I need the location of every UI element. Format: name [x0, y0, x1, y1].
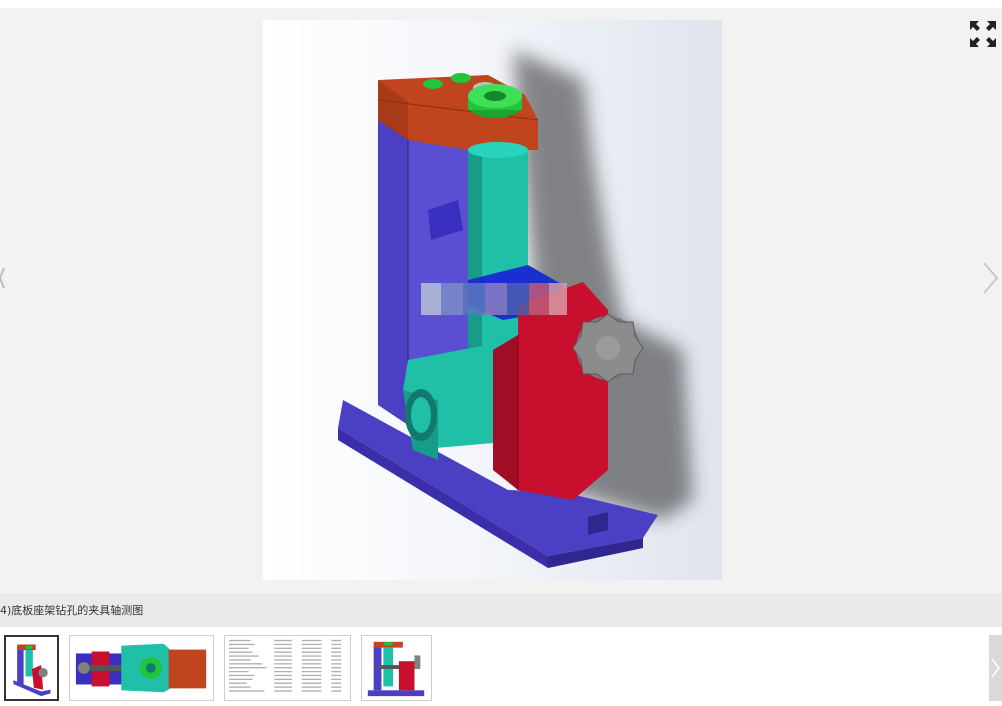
fixture-isometric-image — [263, 20, 722, 580]
fullscreen-icon — [970, 21, 996, 47]
fixture-top-view-thumbnail — [70, 636, 213, 700]
chevron-left-icon — [0, 267, 5, 289]
image-viewer — [0, 8, 1002, 593]
thumbnail-3[interactable] — [224, 635, 351, 701]
next-image-button[interactable] — [978, 258, 1000, 298]
image-caption: 4)底板座架钻孔的夹具轴测图 — [0, 604, 144, 617]
thumbnail-4[interactable] — [361, 635, 432, 701]
chevron-right-icon — [983, 262, 999, 294]
file-list-thumbnail — [225, 636, 350, 700]
thumbnail-2[interactable] — [69, 635, 214, 701]
main-image — [263, 20, 722, 580]
caption-bar: 4)底板座架钻孔的夹具轴测图 — [0, 593, 1002, 627]
fixture-front-view-thumbnail — [362, 636, 431, 700]
chevron-right-icon — [991, 658, 1000, 678]
prev-image-button[interactable] — [0, 258, 14, 298]
thumbnail-1[interactable] — [4, 635, 59, 701]
thumbnail-next-button[interactable] — [989, 635, 1002, 701]
fixture-isometric-thumbnail — [6, 637, 57, 699]
thumbnail-strip — [0, 627, 1002, 706]
fullscreen-button[interactable] — [966, 17, 1000, 51]
